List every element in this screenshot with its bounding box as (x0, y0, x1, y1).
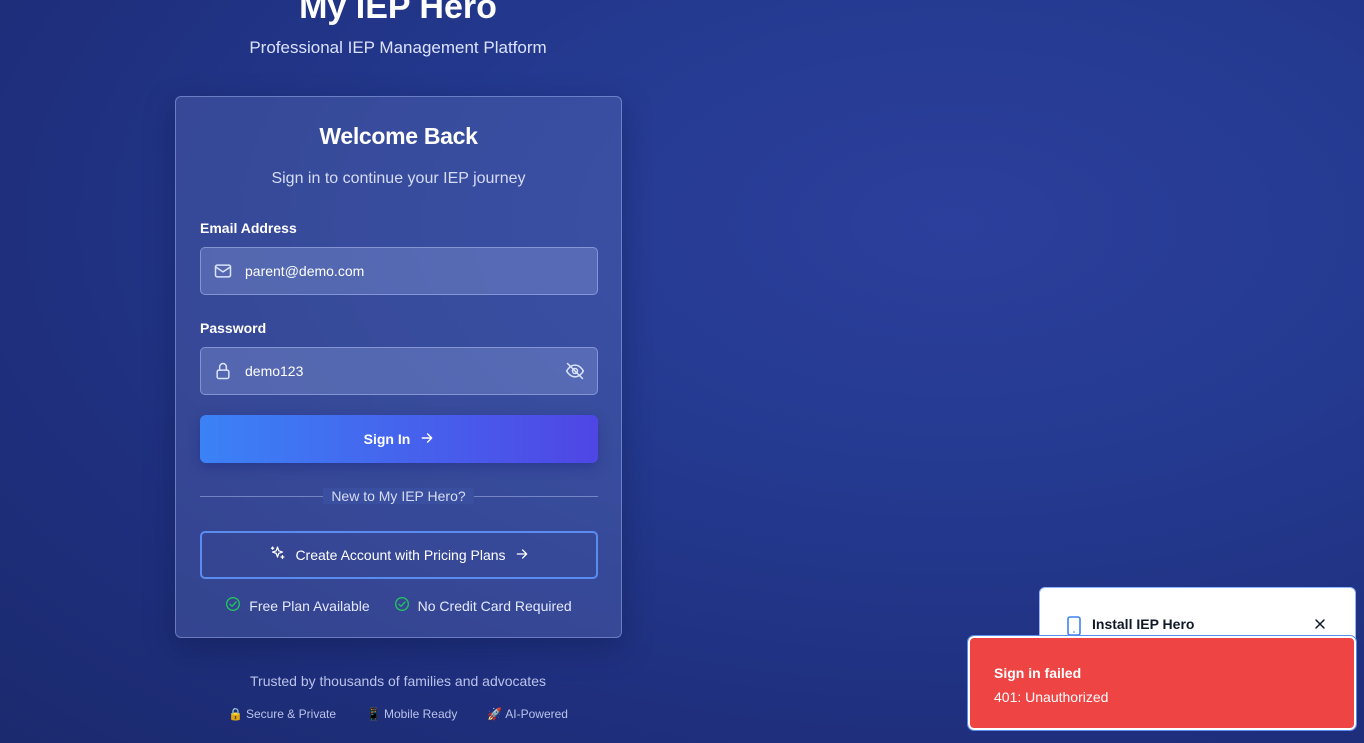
sign-in-label: Sign In (363, 431, 411, 447)
brand-subtitle: Professional IEP Management Platform (249, 38, 547, 57)
lock-emoji-icon: 🔒 (228, 707, 243, 721)
badge-mobile: 📱 Mobile Ready (366, 707, 457, 721)
mail-icon (201, 261, 245, 281)
divider-label: New to My IEP Hero? (323, 488, 474, 504)
perk-no-credit-card: No Credit Card Required (394, 596, 572, 615)
trusted-text: Trusted by thousands of families and adv… (250, 673, 546, 689)
badge-label: AI-Powered (505, 707, 568, 721)
toast-title: Sign in failed (994, 665, 1082, 681)
install-label: Install IEP Hero (1092, 616, 1195, 632)
create-account-label: Create Account with Pricing Plans (295, 547, 506, 563)
email-label: Email Address (200, 220, 297, 236)
lock-icon (201, 361, 245, 381)
password-label: Password (200, 320, 267, 336)
badge-label: Mobile Ready (383, 707, 458, 721)
perk-label: No Credit Card Required (417, 597, 572, 614)
feature-badges: 🔒 Secure & Private 📱 Mobile Ready 🚀 AI-Powe… (0, 707, 796, 721)
eye-off-icon[interactable] (553, 361, 597, 381)
brand-title: My IEP Hero (299, 0, 497, 26)
email-field[interactable]: parent@demo.com (200, 247, 598, 295)
badge-ai: 🚀 AI-Powered (487, 707, 568, 721)
arrow-right-icon (515, 547, 529, 564)
perks-row: Free Plan Available No Credit Card Requi… (176, 596, 621, 615)
check-circle-icon (394, 596, 410, 615)
password-value: demo123 (245, 363, 304, 379)
phone-emoji-icon: 📱 (366, 707, 381, 721)
create-account-button[interactable]: Create Account with Pricing Plans (200, 531, 598, 579)
arrow-right-icon (420, 431, 434, 448)
email-value: parent@demo.com (245, 263, 365, 279)
card-title: Welcome Back (319, 123, 478, 149)
perk-label: Free Plan Available (249, 597, 370, 614)
divider-text: New to My IEP Hero? (176, 488, 621, 506)
sparkles-icon (269, 545, 286, 565)
error-toast[interactable]: Sign in failed 401: Unauthorized (967, 635, 1357, 731)
card-subtitle: Sign in to continue your IEP journey (271, 170, 526, 187)
toast-message: 401: Unauthorized (994, 689, 1109, 705)
badge-secure: 🔒 Secure & Private (228, 707, 336, 721)
sign-in-button[interactable]: Sign In (200, 415, 598, 463)
rocket-emoji-icon: 🚀 (487, 707, 503, 721)
login-card: Welcome Back Sign in to continue your IE… (175, 96, 622, 638)
password-field[interactable]: demo123 (200, 347, 598, 395)
close-icon[interactable] (1312, 616, 1328, 637)
check-circle-icon (225, 596, 241, 615)
perk-free-plan: Free Plan Available (225, 596, 370, 615)
badge-label: Secure & Private (245, 707, 336, 721)
